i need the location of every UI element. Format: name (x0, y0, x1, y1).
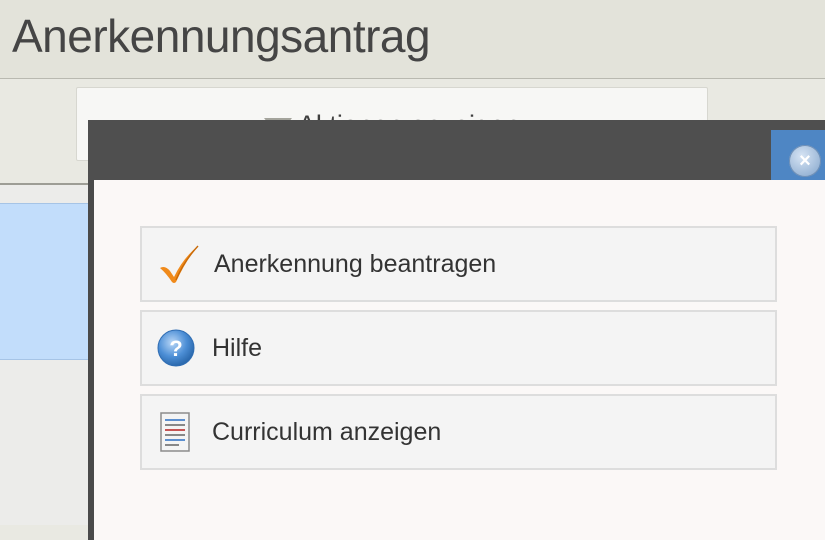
actions-dialog: × Anerkennung beantragen ? Hilfe Curricu… (88, 120, 825, 540)
dialog-titlebar (88, 120, 825, 180)
close-button[interactable]: × (771, 130, 825, 186)
dialog-body: Anerkennung beantragen ? Hilfe Curriculu… (94, 180, 825, 540)
page-header: Anerkennungsantrag (0, 0, 825, 79)
page-title: Anerkennungsantrag (12, 10, 431, 62)
request-recognition-button[interactable]: Anerkennung beantragen (140, 226, 777, 302)
document-icon (160, 412, 190, 452)
help-icon: ? (157, 329, 195, 367)
help-button[interactable]: ? Hilfe (140, 310, 777, 386)
selected-table-row[interactable] (0, 203, 100, 360)
close-icon: × (789, 145, 821, 177)
show-curriculum-button[interactable]: Curriculum anzeigen (140, 394, 777, 470)
request-recognition-label: Anerkennung beantragen (214, 250, 497, 278)
help-label: Hilfe (212, 334, 263, 362)
svg-text:?: ? (169, 336, 182, 361)
show-curriculum-label: Curriculum anzeigen (212, 418, 442, 446)
checkmark-icon (160, 245, 199, 283)
